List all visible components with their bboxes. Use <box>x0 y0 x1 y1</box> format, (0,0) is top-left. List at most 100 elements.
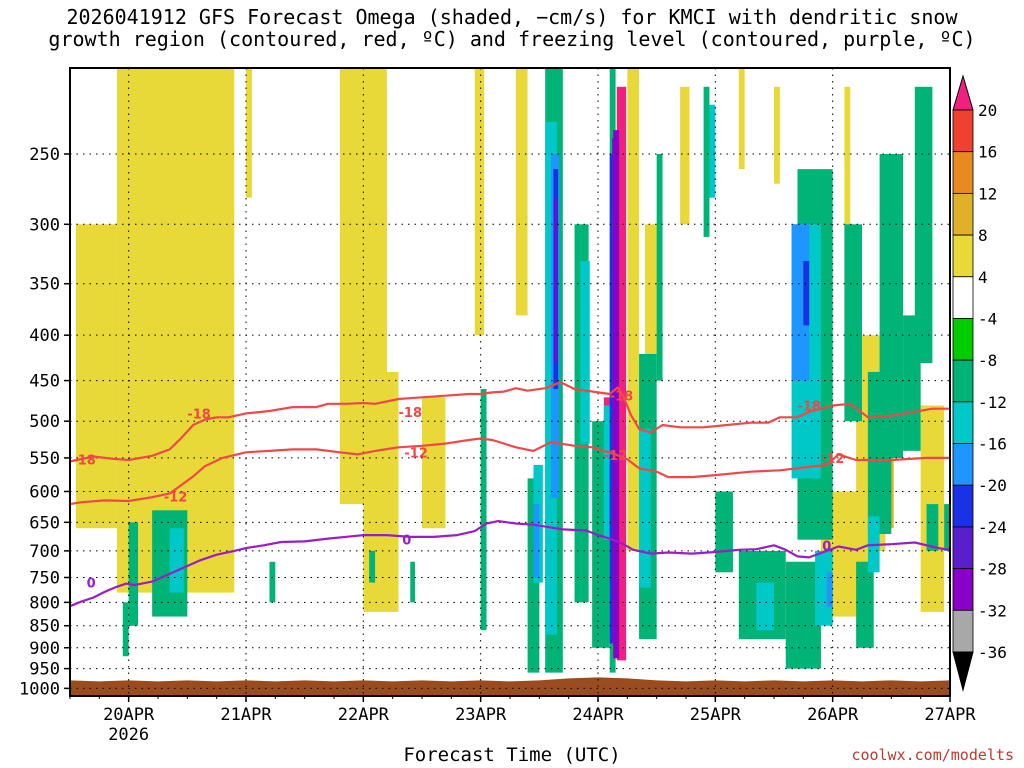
omega-cell-4-5 <box>363 371 399 612</box>
colorbar-band-2 <box>952 151 974 194</box>
colorbar-label--36: -36 <box>978 643 1007 662</box>
omega-cell-4-0 <box>75 224 117 529</box>
colorbar-band-9 <box>952 443 974 486</box>
contour-label--18-1: -18 <box>187 407 211 422</box>
omega-cell-4-16 <box>774 86 780 184</box>
y-tick-label-800: 800 <box>29 593 60 613</box>
credit-link[interactable]: coolwx.com/modelts <box>851 746 1014 764</box>
omega-cell--8-2 <box>122 602 129 657</box>
omega-cell--20-1 <box>803 261 810 326</box>
y-tick-label-650: 650 <box>29 513 60 533</box>
contour-label--12-1: -12 <box>404 446 428 461</box>
contour-label--18-0: -18 <box>72 453 96 468</box>
colorbar-band-4 <box>952 234 974 278</box>
y-tick-label-500: 500 <box>29 412 60 432</box>
x-year-label: 2026 <box>108 725 149 745</box>
omega-cell--8-18 <box>844 224 862 422</box>
colorbar-label-20: 20 <box>978 101 997 120</box>
colorbar-band-12 <box>952 568 974 611</box>
x-tick-label-1: 21APR <box>220 705 272 725</box>
omega-cell--8-3 <box>269 561 276 603</box>
colorbar-label--8: -8 <box>978 351 997 370</box>
y-tick-label-1000: 1000 <box>19 679 60 699</box>
y-tick-label-300: 300 <box>29 215 60 235</box>
y-tick-label-850: 850 <box>29 617 60 637</box>
omega-timeseries-chart: -18 -18 -18 -18 -18 -12 -12 -12 -12 0 0 0 250 300 350… <box>19 67 1007 745</box>
colorbar-band-1 <box>952 109 974 153</box>
omega-cell-4-11 <box>680 86 690 225</box>
colorbar-band-5 <box>952 276 974 319</box>
omega-cell-4-6 <box>422 397 446 529</box>
omega-cell--8-15 <box>715 491 733 573</box>
omega-cell--8-26 <box>903 315 921 451</box>
omega-cell--8-13 <box>656 154 663 381</box>
colorbar-band-7 <box>952 359 974 403</box>
contour-label--18-4: -18 <box>797 399 821 414</box>
y-tick-label-900: 900 <box>29 639 60 659</box>
colorbar-label--20: -20 <box>978 476 1007 495</box>
x-tick-label-2: 22APR <box>338 705 390 725</box>
omega-cell-4-8 <box>515 68 528 316</box>
ground-surface <box>70 677 950 696</box>
omega-cell-4-9 <box>627 68 640 551</box>
y-tick-label-950: 950 <box>29 660 60 680</box>
contour-label--18-3: -18 <box>610 390 634 405</box>
y-tick-label-600: 600 <box>29 482 60 502</box>
y-tick-label-450: 450 <box>29 372 60 392</box>
omega-cell--8-14 <box>703 86 710 237</box>
y-tick-label-400: 400 <box>29 326 60 346</box>
x-tick-label-3: 23APR <box>455 705 507 725</box>
omega-cell--8-20 <box>856 561 874 648</box>
colorbar-label--4: -4 <box>978 309 997 328</box>
omega-shading <box>75 68 950 673</box>
omega-cell--12-3 <box>580 261 590 444</box>
colorbar-label--28: -28 <box>978 560 1007 579</box>
colorbar-label--12: -12 <box>978 393 1007 412</box>
x-tick-label-7: 27APR <box>924 705 976 725</box>
x-axis-ticks: 20APR2026 21APR 22APR 23APR 24APR 25APR 26APR 2… <box>69 696 976 745</box>
colorbar-label-16: 16 <box>978 143 997 162</box>
y-tick-label-350: 350 <box>29 275 60 295</box>
colorbar-band-3 <box>952 192 974 236</box>
y-tick-label-750: 750 <box>29 568 60 588</box>
omega-cell--8-21 <box>879 154 904 458</box>
contour-label--12-2: -12 <box>604 449 628 464</box>
contour-label-0-0: 0 <box>87 577 96 592</box>
contour-label--12-3: -12 <box>821 452 845 467</box>
y-axis-ticks: 2503003504004505005506006507007508008509… <box>19 145 70 699</box>
omega-cell--12-10 <box>709 104 716 198</box>
colorbar-band-11 <box>952 526 974 570</box>
colorbar-band-8 <box>952 401 974 444</box>
contour-label-0-2: 0 <box>822 539 831 554</box>
colorbar-label--16: -16 <box>978 435 1007 454</box>
y-tick-label-550: 550 <box>29 449 60 469</box>
omega-cell-4-7 <box>474 68 485 336</box>
omega-cell--8-23 <box>926 504 939 551</box>
omega-cell--12-9 <box>756 582 774 631</box>
omega-cell--28-1 <box>554 197 557 364</box>
omega-cell--8-5 <box>410 561 415 603</box>
omega-cell-4-2 <box>187 104 217 437</box>
contour-label--12-0: -12 <box>164 491 188 506</box>
colorbar-top-arrow <box>952 74 974 111</box>
x-tick-label-6: 26APR <box>807 705 859 725</box>
colorbar-label-12: 12 <box>978 184 997 203</box>
x-tick-label-5: 25APR <box>690 705 742 725</box>
omega-cell--16-1 <box>533 504 540 578</box>
colorbar-label-4: 4 <box>978 268 988 287</box>
omega-cell--8-1 <box>128 522 139 626</box>
contour-label--18-2: -18 <box>399 406 423 421</box>
colorbar-band-6 <box>952 318 974 361</box>
x-tick-label-0: 20APR <box>103 705 155 725</box>
colorbar-label--32: -32 <box>978 601 1007 620</box>
colorbar-label--24: -24 <box>978 518 1007 537</box>
contour-label-0-1: 0 <box>402 534 411 549</box>
colorbar: 20 16 12 8 4 -4 -8 -12 -16 -20 -24 -28 -32 -36 <box>952 74 1007 692</box>
omega-cell--8-6 <box>480 389 487 631</box>
y-tick-label-700: 700 <box>29 542 60 562</box>
omega-cell-4-3 <box>246 68 252 198</box>
omega-cell-4-17 <box>844 86 851 237</box>
colorbar-band-13 <box>952 609 974 653</box>
colorbar-band-10 <box>952 484 974 528</box>
colorbar-label-8: 8 <box>978 226 988 245</box>
